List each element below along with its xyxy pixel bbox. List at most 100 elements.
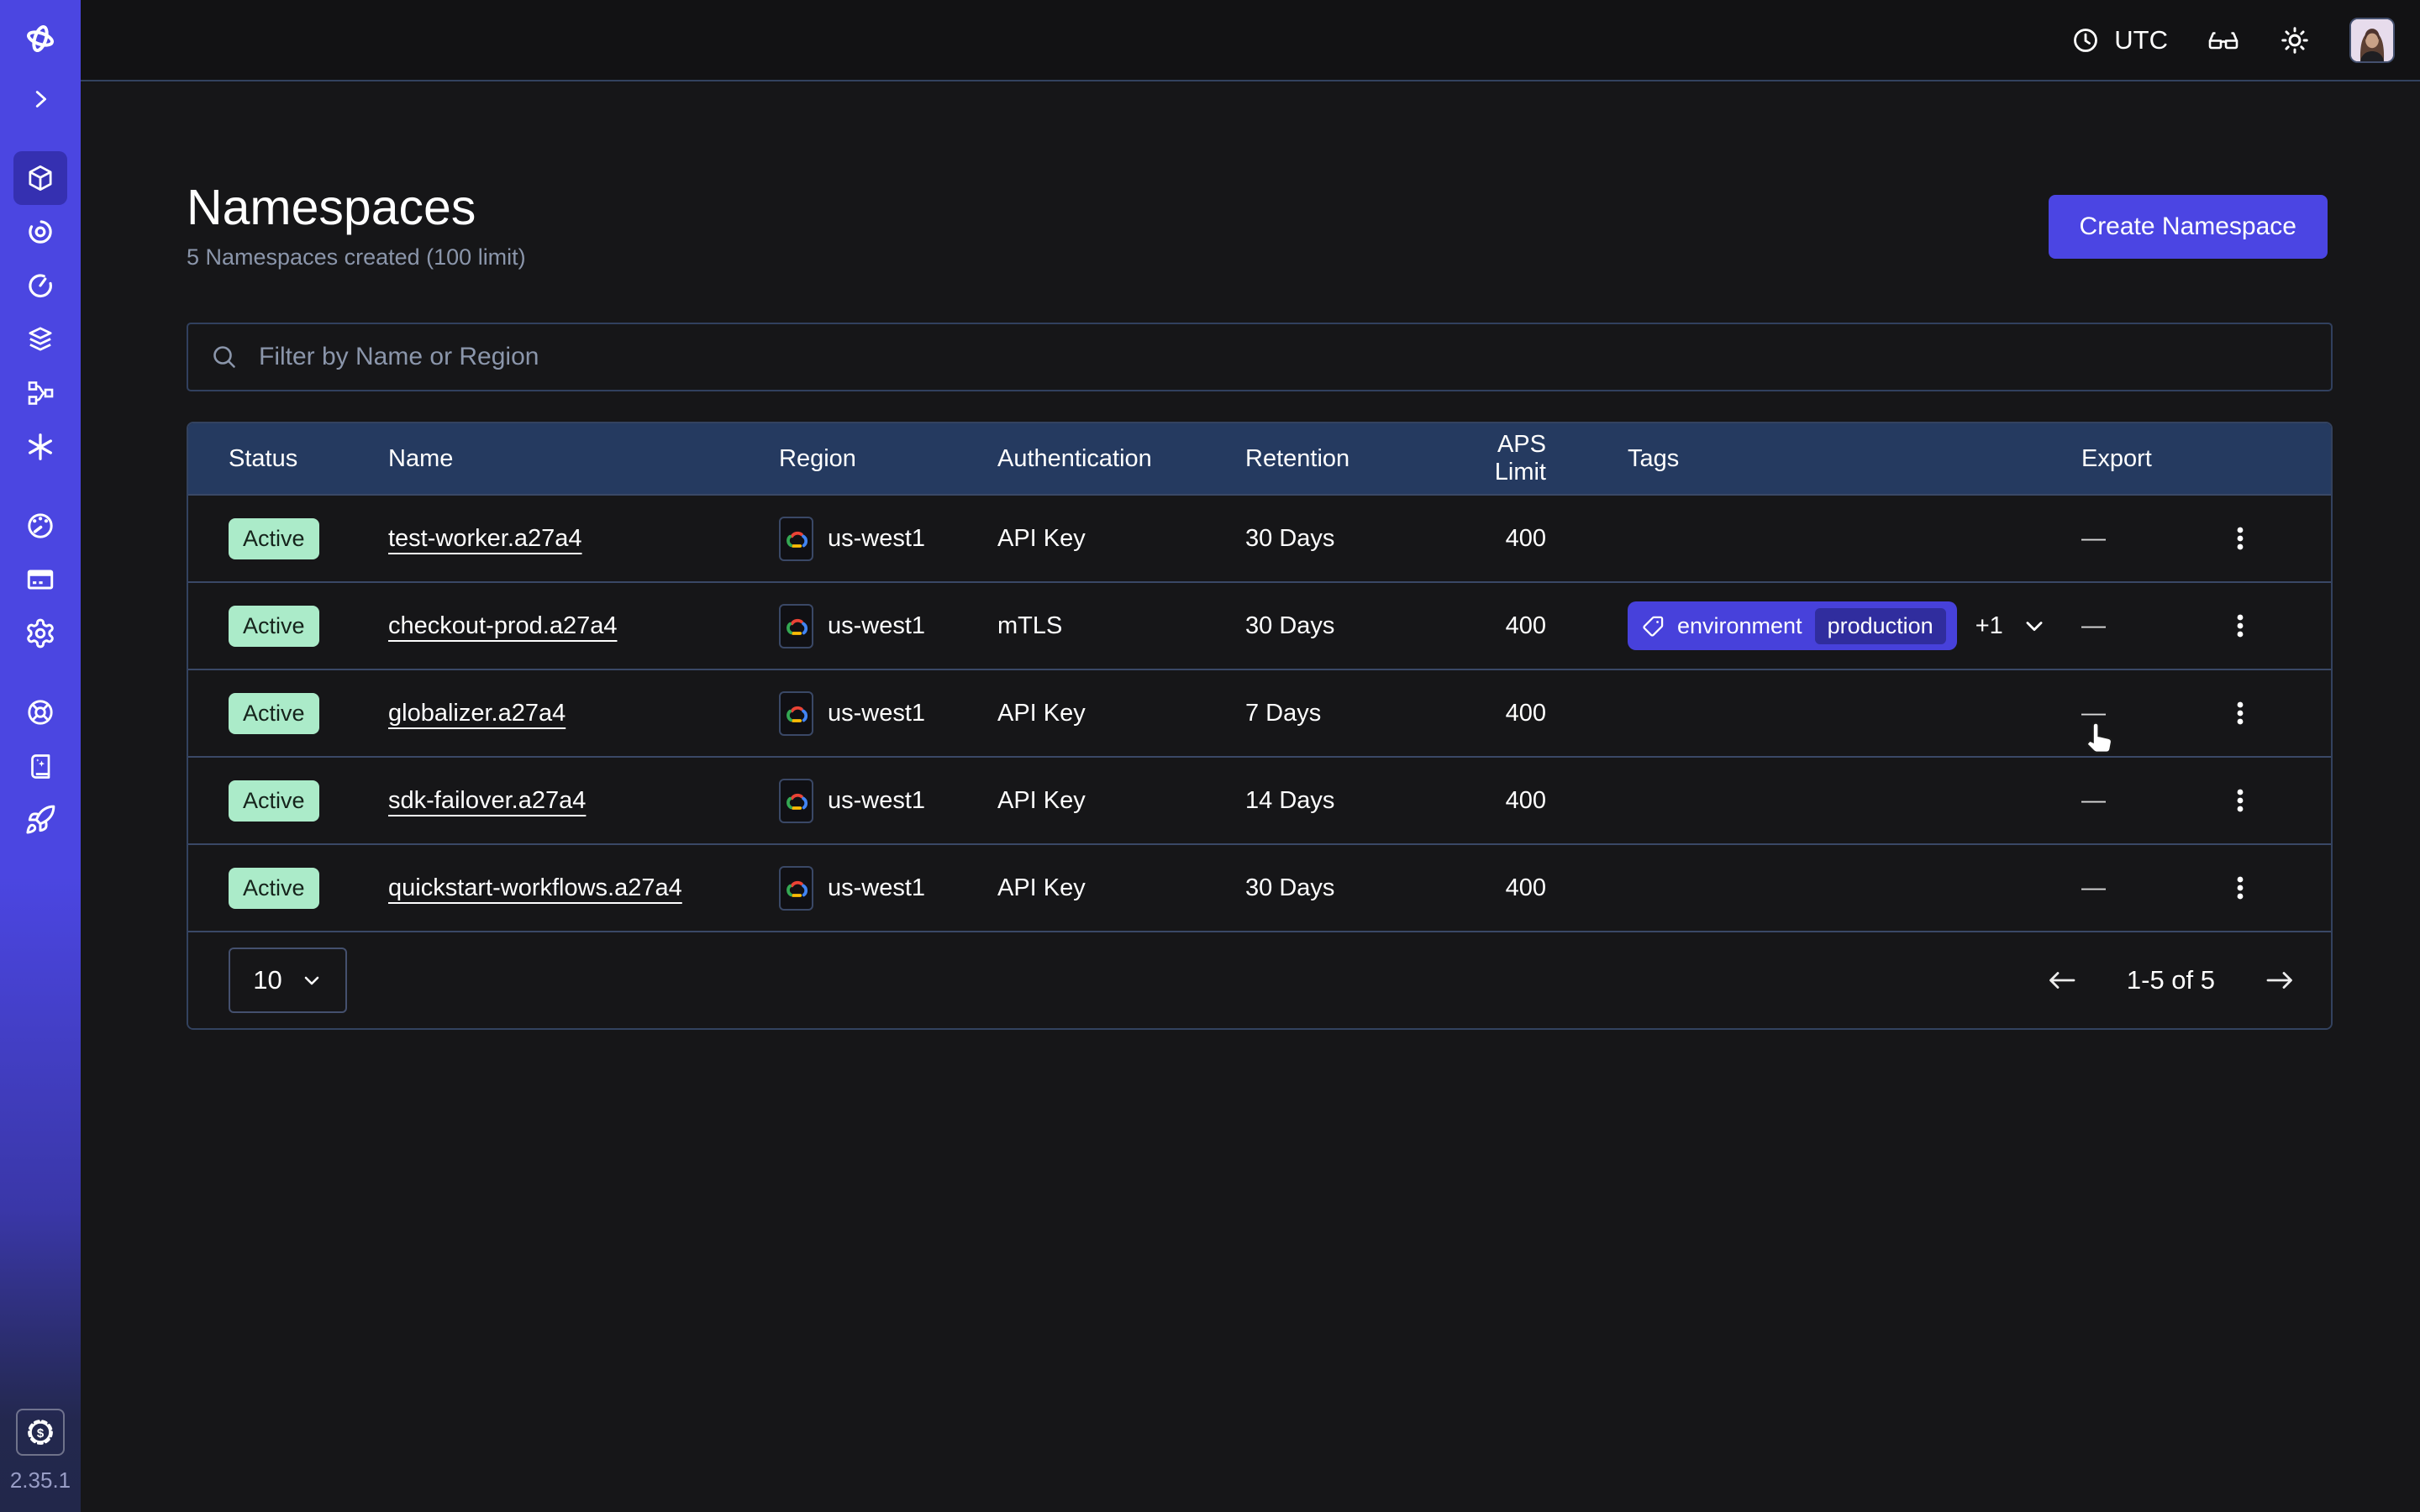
previous-page-button[interactable] — [2046, 968, 2078, 993]
status-cell: Active — [188, 868, 388, 909]
sidebar-item-billing[interactable] — [13, 553, 67, 606]
status-badge: Active — [229, 868, 319, 909]
tag-pill[interactable]: environment production — [1628, 601, 1957, 650]
name-cell: test-worker.a27a4 — [388, 525, 779, 553]
tag-key: environment — [1677, 613, 1802, 639]
authentication-cell: API Key — [997, 700, 1245, 727]
sun-icon — [2279, 24, 2311, 56]
namespace-link[interactable]: checkout-prod.a27a4 — [388, 612, 617, 639]
tags-cell: environment production +1 — [1577, 601, 2081, 650]
status-cell: Active — [188, 518, 388, 559]
row-actions-menu-button[interactable] — [2205, 503, 2275, 574]
theme-toggle-button[interactable] — [2279, 24, 2311, 56]
aps-limit-cell: 400 — [1468, 612, 1577, 640]
authentication-cell: mTLS — [997, 612, 1245, 640]
row-actions-menu-button[interactable] — [2205, 765, 2275, 836]
column-header-export: Export — [2081, 445, 2331, 473]
timezone-selector[interactable]: UTC — [2070, 25, 2168, 55]
sidebar-item-support[interactable] — [13, 685, 67, 739]
export-value: — — [2081, 700, 2106, 727]
gauge-icon — [24, 510, 56, 542]
sidebar-item-docs[interactable] — [13, 739, 67, 793]
page-size-select[interactable]: 10 — [229, 948, 347, 1013]
namespace-link[interactable]: quickstart-workflows.a27a4 — [388, 874, 682, 901]
sidebar-expand-button[interactable] — [13, 72, 67, 126]
export-value: — — [2081, 787, 2106, 814]
table-row: Active sdk-failover.a27a4 us-west1 API K… — [188, 756, 2331, 843]
column-header-status: Status — [188, 445, 388, 473]
gcp-cloud-icon — [779, 604, 813, 648]
asterisk-icon — [24, 431, 56, 463]
name-cell: globalizer.a27a4 — [388, 700, 779, 727]
export-value: — — [2081, 525, 2106, 552]
region-label: us-west1 — [828, 525, 925, 553]
aps-limit-cell: 400 — [1468, 525, 1577, 553]
sidebar-item-batch-operations[interactable] — [13, 366, 67, 420]
authentication-cell: API Key — [997, 874, 1245, 902]
column-header-aps-limit: APS Limit — [1468, 431, 1577, 486]
book-sparkles-icon — [25, 751, 55, 781]
row-actions-menu-button[interactable] — [2205, 853, 2275, 923]
next-page-button[interactable] — [2264, 968, 2296, 993]
table-row: Active globalizer.a27a4 us-west1 API Key… — [188, 669, 2331, 756]
retention-cell: 30 Days — [1245, 525, 1468, 553]
region-cell: us-west1 — [779, 866, 997, 911]
namespace-link[interactable]: globalizer.a27a4 — [388, 700, 566, 727]
namespaces-table: Status Name Region Authentication Retent… — [187, 422, 2333, 1030]
export-value: — — [2081, 874, 2106, 901]
retention-cell: 30 Days — [1245, 612, 1468, 640]
retention-cell: 30 Days — [1245, 874, 1468, 902]
export-cell: — — [2081, 612, 2205, 640]
filter-input[interactable] — [187, 323, 2333, 391]
region-label: us-west1 — [828, 874, 925, 902]
search-icon — [210, 343, 239, 371]
sidebar-item-get-started[interactable] — [13, 793, 67, 847]
row-actions-menu-button[interactable] — [2205, 591, 2275, 661]
region-label: us-west1 — [828, 700, 925, 727]
sidebar-item-nexus[interactable] — [13, 420, 67, 474]
column-header-authentication: Authentication — [997, 445, 1245, 473]
sidebar-item-settings[interactable] — [13, 606, 67, 660]
user-avatar[interactable] — [2349, 18, 2395, 63]
table-row: Active quickstart-workflows.a27a4 us-wes… — [188, 843, 2331, 931]
export-value: — — [2081, 612, 2106, 639]
table-row: Active checkout-prod.a27a4 us-west1 mTLS… — [188, 581, 2331, 669]
status-cell: Active — [188, 693, 388, 734]
labs-toggle-button[interactable] — [2207, 24, 2240, 57]
sidebar-item-usage[interactable] — [13, 499, 67, 553]
dollar-seal-icon: $ — [25, 1417, 55, 1447]
pagination-range: 1-5 of 5 — [2127, 965, 2215, 995]
status-cell: Active — [188, 780, 388, 822]
gcp-cloud-icon — [779, 691, 813, 736]
row-actions-menu-button[interactable] — [2205, 678, 2275, 748]
export-cell: — — [2081, 525, 2205, 553]
status-badge: Active — [229, 518, 319, 559]
status-badge: Active — [229, 780, 319, 822]
sidebar-item-namespaces[interactable] — [13, 151, 67, 205]
sidebar-item-schedules[interactable] — [13, 259, 67, 312]
tag-value: production — [1815, 608, 1946, 644]
kebab-menu-icon — [2227, 874, 2254, 902]
filter-bar — [187, 323, 2333, 391]
pricing-badge-button[interactable]: $ — [16, 1409, 65, 1456]
clock-icon — [2070, 25, 2101, 55]
create-namespace-button[interactable]: Create Namespace — [2049, 195, 2328, 259]
namespace-link[interactable]: sdk-failover.a27a4 — [388, 787, 586, 814]
region-label: us-west1 — [828, 612, 925, 640]
namespace-link[interactable]: test-worker.a27a4 — [388, 525, 582, 552]
sidebar-item-workflows[interactable] — [13, 205, 67, 259]
kebab-menu-icon — [2227, 612, 2254, 640]
column-header-name: Name — [388, 445, 779, 473]
region-cell: us-west1 — [779, 517, 997, 561]
sidebar-item-deployments[interactable] — [13, 312, 67, 366]
export-cell: — — [2081, 700, 2205, 727]
export-cell: — — [2081, 874, 2205, 902]
timezone-label: UTC — [2114, 25, 2168, 55]
temporal-logo-icon[interactable] — [13, 12, 67, 66]
sidebar: $ 2.35.1 — [0, 0, 81, 1512]
tags-expand-chevron-icon[interactable] — [2022, 613, 2047, 638]
table-body: Active test-worker.a27a4 us-west1 API Ke… — [188, 494, 2331, 931]
name-cell: checkout-prod.a27a4 — [388, 612, 779, 640]
tag-icon — [1642, 615, 1665, 638]
column-header-retention: Retention — [1245, 445, 1468, 473]
